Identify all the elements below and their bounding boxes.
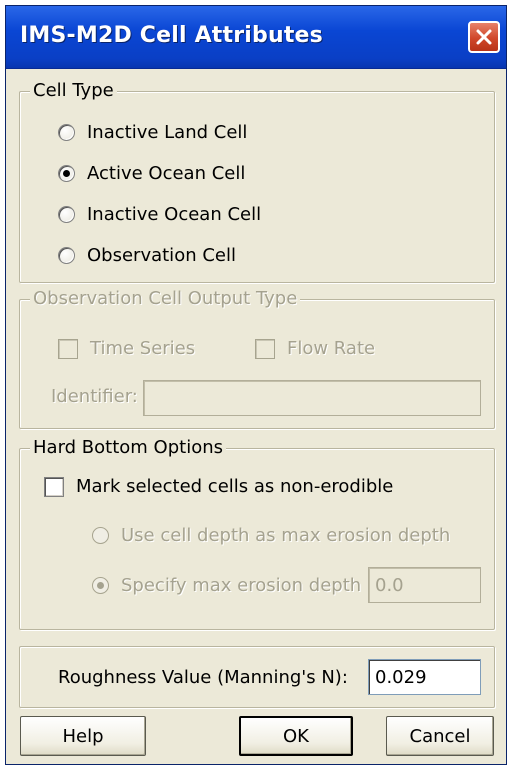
- radio-label: Observation Cell: [87, 245, 236, 266]
- cell-type-legend: Cell Type: [30, 80, 117, 102]
- checkbox[interactable]: [58, 338, 78, 359]
- checkbox-label: Mark selected cells as non-erodible: [76, 476, 394, 497]
- hard-bottom-group: Hard Bottom Options Mark selected cells …: [19, 437, 495, 630]
- observation-output-group: Observation Cell Output Type Time Series…: [19, 288, 495, 429]
- radio-specify-max-depth[interactable]: Specify max erosion depth: [92, 575, 361, 596]
- roughness-input[interactable]: [368, 659, 481, 695]
- radio-active-ocean-cell[interactable]: Active Ocean Cell: [58, 163, 245, 184]
- window-title: IMS-M2D Cell Attributes: [20, 23, 323, 48]
- radio-label: Inactive Land Cell: [87, 122, 248, 143]
- close-icon: [476, 29, 492, 45]
- cancel-button[interactable]: Cancel: [386, 716, 494, 756]
- radio-button[interactable]: [58, 247, 75, 264]
- hard-bottom-legend: Hard Bottom Options: [30, 437, 226, 459]
- radio-label: Use cell depth as max erosion depth: [121, 525, 451, 546]
- time-series-checkbox[interactable]: Time Series: [58, 338, 195, 359]
- radio-inactive-ocean-cell[interactable]: Inactive Ocean Cell: [58, 204, 261, 225]
- ok-button[interactable]: OK: [239, 716, 353, 756]
- checkbox[interactable]: [44, 476, 64, 497]
- radio-inactive-land-cell[interactable]: Inactive Land Cell: [58, 122, 247, 143]
- cell-attributes-dialog: IMS-M2D Cell Attributes Cell Type Inacti…: [5, 5, 507, 765]
- roughness-label: Roughness Value (Manning's N):: [58, 667, 348, 688]
- title-bar[interactable]: IMS-M2D Cell Attributes: [6, 6, 506, 69]
- checkbox-label: Time Series: [90, 338, 196, 359]
- help-button[interactable]: Help: [20, 716, 146, 756]
- radio-button[interactable]: [92, 527, 109, 544]
- observation-output-legend: Observation Cell Output Type: [30, 288, 301, 310]
- max-erosion-depth-input[interactable]: [368, 567, 481, 603]
- radio-button[interactable]: [92, 577, 109, 594]
- roughness-group: Roughness Value (Manning's N):: [19, 646, 495, 708]
- radio-label: Specify max erosion depth: [121, 575, 362, 596]
- radio-label: Active Ocean Cell: [87, 163, 246, 184]
- radio-button[interactable]: [58, 206, 75, 223]
- close-button[interactable]: [468, 21, 500, 53]
- radio-observation-cell[interactable]: Observation Cell: [58, 245, 236, 266]
- non-erodible-checkbox[interactable]: Mark selected cells as non-erodible: [44, 476, 393, 497]
- radio-label: Inactive Ocean Cell: [87, 204, 262, 225]
- flow-rate-checkbox[interactable]: Flow Rate: [255, 338, 375, 359]
- radio-use-cell-depth[interactable]: Use cell depth as max erosion depth: [92, 525, 450, 546]
- identifier-input[interactable]: [143, 380, 481, 416]
- checkbox[interactable]: [255, 338, 275, 359]
- radio-button[interactable]: [58, 124, 75, 141]
- checkbox-label: Flow Rate: [287, 338, 376, 359]
- identifier-label: Identifier:: [51, 386, 138, 407]
- radio-button[interactable]: [58, 165, 75, 182]
- cell-type-group: Cell Type Inactive Land Cell Active Ocea…: [19, 80, 495, 283]
